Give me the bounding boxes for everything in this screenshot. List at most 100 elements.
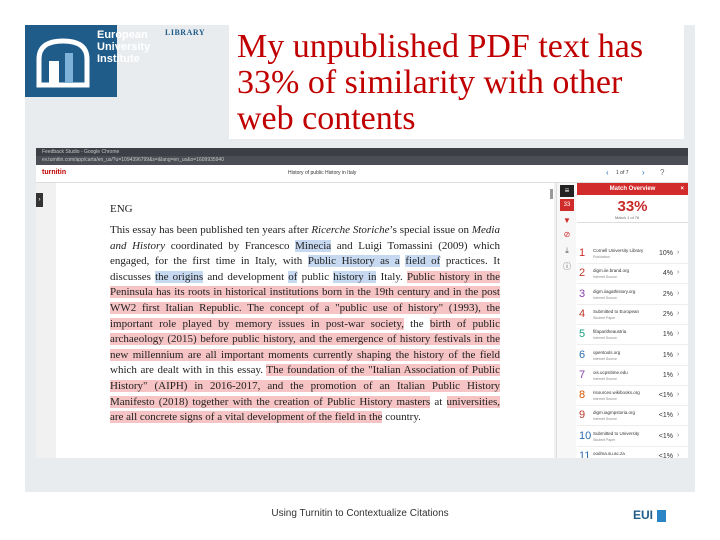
title-box: My unpublished PDF text has 33% of simil… [229, 25, 684, 139]
help-icon[interactable]: ? [660, 168, 664, 177]
side-panel-toggle[interactable]: › [36, 193, 43, 207]
match-percentage: 1% [662, 331, 673, 339]
layers-icon[interactable]: ≡ [560, 185, 574, 197]
chevron-right-icon[interactable]: › [677, 269, 679, 276]
match-number: 7 [579, 368, 586, 381]
match-source-type: Internet Source [593, 417, 617, 422]
match-source-type: Internet Source [593, 295, 617, 300]
chevron-right-icon[interactable]: › [677, 310, 679, 317]
match-row[interactable]: 5 fifaparitheaustria Internet Source 1% › [577, 325, 688, 346]
match-row[interactable]: 2 digm.iie.brand.org Internet Source 4% › [577, 264, 688, 285]
doc-text-segment: public [297, 270, 334, 283]
doc-text-segment: ’s special issue on [389, 224, 472, 236]
match-percentage: <1% [658, 453, 673, 458]
info-icon[interactable]: ⓘ [560, 261, 574, 273]
prev-page-icon[interactable]: ‹ [606, 168, 609, 177]
match-row[interactable]: 4 Submitted to European Student Paper 2% › [577, 305, 688, 325]
turnitin-logo: turnitin [42, 169, 67, 176]
download-icon[interactable]: ⤓ [560, 245, 574, 257]
doc-text-segment: and development [203, 270, 289, 283]
match-row[interactable]: 1 Cornell University Library Publication 10… [577, 244, 688, 264]
match-source-type: Publication [593, 255, 611, 259]
match-number: 2 [579, 267, 586, 280]
address-bar[interactable]: ev.turnitin.com/app/carta/en_us/?u=10943… [36, 156, 688, 165]
matched-text-secondary[interactable]: the origins [155, 270, 204, 283]
match-row[interactable]: 7 ois.ucpsitime.edu Internet Source 1% › [577, 366, 688, 386]
logo-text: European University Institute [97, 29, 150, 65]
match-percentage: 4% [662, 270, 673, 278]
chevron-right-icon[interactable]: › [677, 290, 679, 297]
match-source: fifaparitheaustria [593, 329, 627, 335]
match-source: opentools.org [593, 349, 621, 355]
logo-line: European [97, 29, 148, 41]
page-indicator[interactable]: 1 of 7 [616, 170, 629, 176]
chevron-right-icon[interactable]: › [677, 411, 679, 418]
match-row[interactable]: 6 opentools.org Internet Source 1% › [577, 346, 688, 366]
eui-logo: European University Institute [25, 25, 150, 97]
match-counter: Match 1 of 76 [615, 215, 640, 220]
match-number: 1 [579, 247, 586, 259]
doc-text-segment: the [403, 317, 430, 330]
logo-line: Institute [97, 53, 140, 65]
chevron-right-icon[interactable]: › [677, 391, 679, 398]
eui-footer-logo: EUI [633, 508, 654, 522]
browser-title-bar: Feedback Studio - Google Chrome [36, 148, 688, 156]
match-number: 11 [579, 450, 591, 458]
doc-text-segment: Italy. [376, 270, 407, 283]
match-row[interactable]: 11oodma.su.ac.zaInternet Source<1%› [577, 447, 688, 458]
match-source: risources.wikibooks.org [593, 390, 640, 396]
match-source-type: Student Paper [593, 315, 616, 320]
match-percentage: <1% [658, 392, 673, 400]
doc-text-segment: This essay has been published ten years … [110, 224, 312, 236]
match-number: 4 [579, 307, 586, 320]
match-source: Cornell University Library [593, 248, 644, 253]
match-number: 3 [579, 287, 586, 300]
doc-heading: ENG [110, 203, 133, 215]
scrollbar[interactable] [550, 189, 553, 199]
match-source: digm.iiagathistory.org [593, 288, 636, 294]
match-source-type: Internet Source [593, 356, 617, 361]
doc-text-segment: country. [382, 411, 421, 424]
exclude-icon[interactable]: ⊘ [560, 229, 574, 241]
match-number: 5 [579, 328, 586, 341]
match-number: 9 [579, 409, 586, 422]
chevron-right-icon[interactable]: › [677, 351, 679, 358]
document-viewer: › ENG This essay has been published ten … [36, 183, 556, 458]
close-icon[interactable]: × [680, 183, 684, 195]
matched-text-secondary[interactable]: Public History as a [307, 255, 400, 268]
chevron-right-icon[interactable]: › [677, 452, 679, 458]
matched-text-secondary[interactable]: history in [333, 270, 377, 283]
match-source-type: Student Paper [593, 437, 616, 442]
turnitin-header: turnitin History of public History in It… [36, 165, 688, 183]
match-row[interactable]: 10 Submitted to University Student Paper <1… [577, 427, 688, 447]
similarity-score-button[interactable]: 33 [560, 199, 574, 211]
match-percentage: 10% [658, 250, 673, 257]
match-source-type: Internet Source [593, 397, 617, 402]
chevron-right-icon[interactable]: › [677, 371, 679, 378]
match-subheader: Match 1 of 76 [577, 215, 688, 223]
eui-square-icon [657, 510, 666, 522]
match-row[interactable]: 9 digm.iagmpstoria.org Internet Source <1% › [577, 406, 688, 427]
match-number: 10 [579, 429, 592, 442]
match-percentage: 2% [662, 290, 673, 298]
similarity-percentage: 33% [617, 198, 648, 215]
match-number: 8 [579, 389, 586, 402]
chevron-right-icon[interactable]: › [677, 330, 679, 337]
matched-text-secondary[interactable]: field of [405, 255, 441, 268]
matched-text-secondary[interactable]: Minecia [295, 239, 332, 252]
match-row[interactable]: 8 risources.wikibooks.org Internet Source <… [577, 386, 688, 407]
match-overview-header: Match Overview × [577, 183, 688, 195]
filter-icon[interactable]: ▼ [560, 215, 574, 227]
chevron-right-icon[interactable]: › [677, 249, 679, 256]
match-percentage: 1% [662, 371, 673, 379]
match-source: oodma.su.ac.za [593, 451, 625, 456]
document-title: History of public History in Italy [288, 170, 357, 176]
doc-text: This essay has been published ten years … [110, 223, 500, 426]
next-page-icon[interactable]: › [642, 168, 645, 177]
slide-title: My unpublished PDF text has 33% of simil… [237, 28, 644, 137]
match-source: ois.ucpsitime.edu [593, 369, 628, 375]
match-row[interactable]: 3 digm.iiagathistory.org Internet Source 2%… [577, 285, 688, 305]
chevron-right-icon[interactable]: › [677, 432, 679, 439]
doc-text-segment: which are dealt with in this essay. [110, 364, 267, 377]
match-source: digm.iie.brand.org [593, 268, 630, 274]
